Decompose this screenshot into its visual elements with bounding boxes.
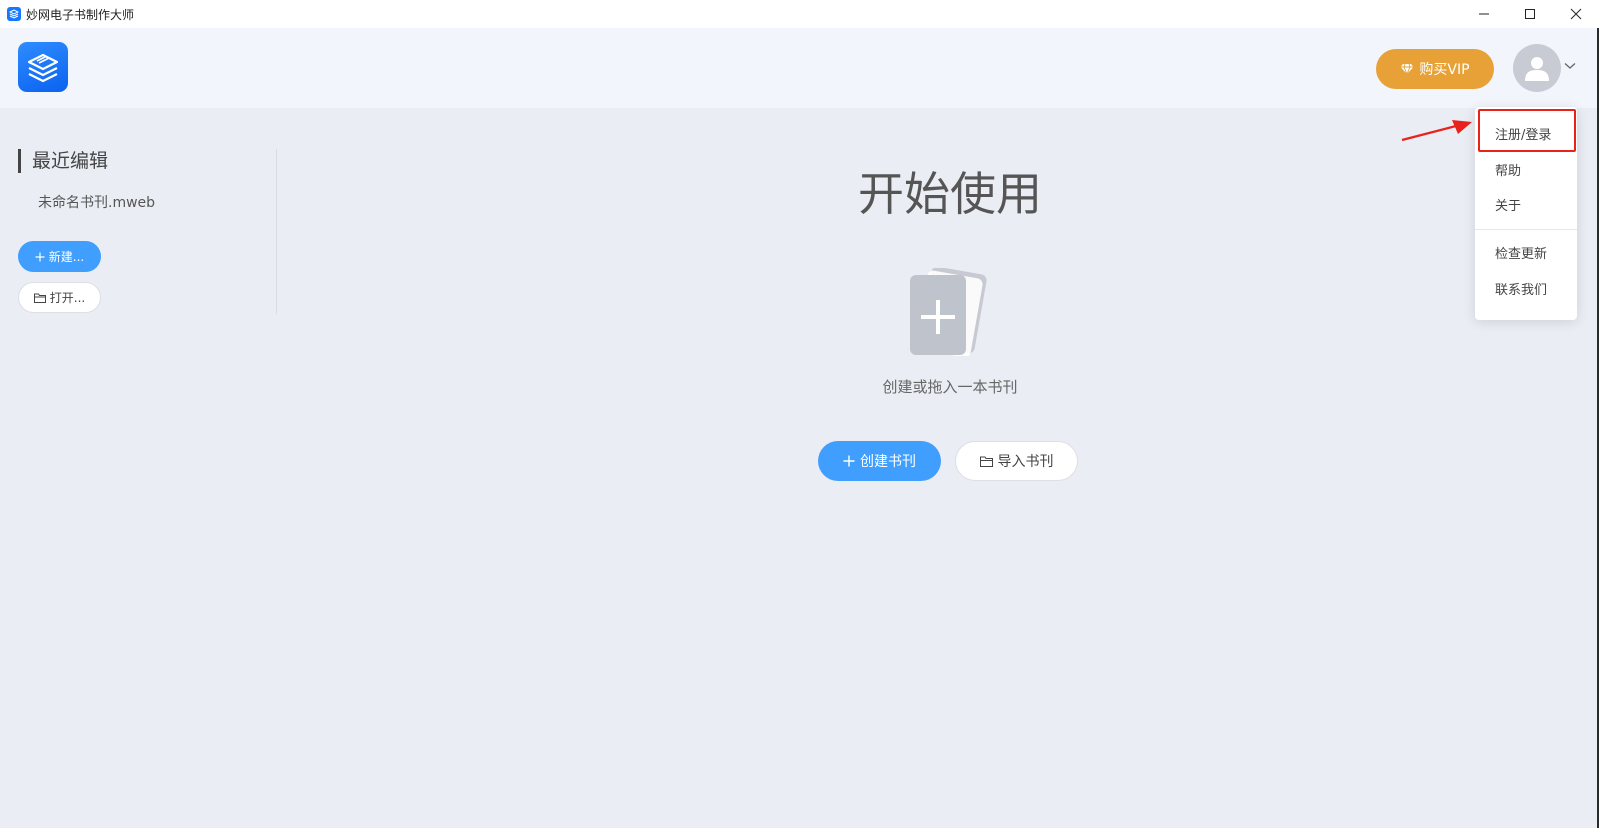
menu-item-check-update[interactable]: 检查更新 bbox=[1495, 243, 1547, 262]
menu-item-contact-us[interactable]: 联系我们 bbox=[1495, 279, 1547, 298]
window-title: 妙网电子书制作大师 bbox=[26, 7, 135, 22]
recent-file-item[interactable]: 未命名书刊.mweb bbox=[38, 192, 155, 212]
recent-edits-heading: 最近编辑 bbox=[18, 149, 108, 173]
annotation-highlight-box bbox=[1478, 109, 1576, 152]
create-book-button[interactable]: 创建书刊 bbox=[818, 441, 941, 481]
import-book-label: 导入书刊 bbox=[997, 454, 1054, 470]
panel-divider bbox=[276, 149, 277, 314]
close-icon bbox=[1570, 8, 1582, 20]
import-book-button[interactable]: 导入书刊 bbox=[955, 441, 1078, 481]
user-icon bbox=[1525, 57, 1549, 81]
create-hint: 创建或拖入一本书刊 bbox=[882, 378, 1018, 396]
maximize-button[interactable] bbox=[1507, 0, 1553, 28]
add-book-icon bbox=[910, 266, 987, 358]
app-logo bbox=[18, 42, 68, 92]
new-button-label: 新建... bbox=[48, 250, 85, 264]
menu-item-help[interactable]: 帮助 bbox=[1495, 160, 1521, 179]
diamond-icon bbox=[1400, 63, 1414, 75]
maximize-icon bbox=[1525, 9, 1535, 19]
minimize-button[interactable] bbox=[1461, 0, 1507, 28]
open-button[interactable]: 打开... bbox=[18, 282, 101, 313]
create-book-label: 创建书刊 bbox=[860, 454, 916, 470]
minimize-icon bbox=[1479, 13, 1489, 15]
folder-icon bbox=[979, 456, 993, 467]
new-button[interactable]: 新建... bbox=[18, 241, 101, 272]
add-book-illustration[interactable] bbox=[905, 266, 987, 358]
open-button-label: 打开... bbox=[49, 291, 86, 305]
annotation-arrow-icon bbox=[1401, 120, 1472, 142]
app-small-icon bbox=[7, 7, 21, 21]
buy-vip-label: 购买VIP bbox=[1419, 62, 1470, 78]
plus-icon bbox=[843, 455, 855, 467]
menu-item-about[interactable]: 关于 bbox=[1495, 195, 1521, 214]
window-titlebar: 妙网电子书制作大师 bbox=[0, 0, 1599, 28]
user-avatar[interactable] bbox=[1513, 44, 1561, 92]
plus-icon bbox=[35, 252, 45, 261]
book-stack-icon bbox=[27, 53, 59, 83]
chevron-down-icon[interactable] bbox=[1564, 62, 1576, 70]
menu-separator bbox=[1475, 229, 1577, 230]
close-button[interactable] bbox=[1553, 0, 1599, 28]
buy-vip-button[interactable]: 购买VIP bbox=[1376, 49, 1494, 89]
getting-started-title: 开始使用 bbox=[858, 167, 1042, 221]
app-header: 购买VIP bbox=[0, 28, 1599, 108]
folder-icon bbox=[33, 293, 46, 303]
window-controls bbox=[1461, 0, 1599, 28]
